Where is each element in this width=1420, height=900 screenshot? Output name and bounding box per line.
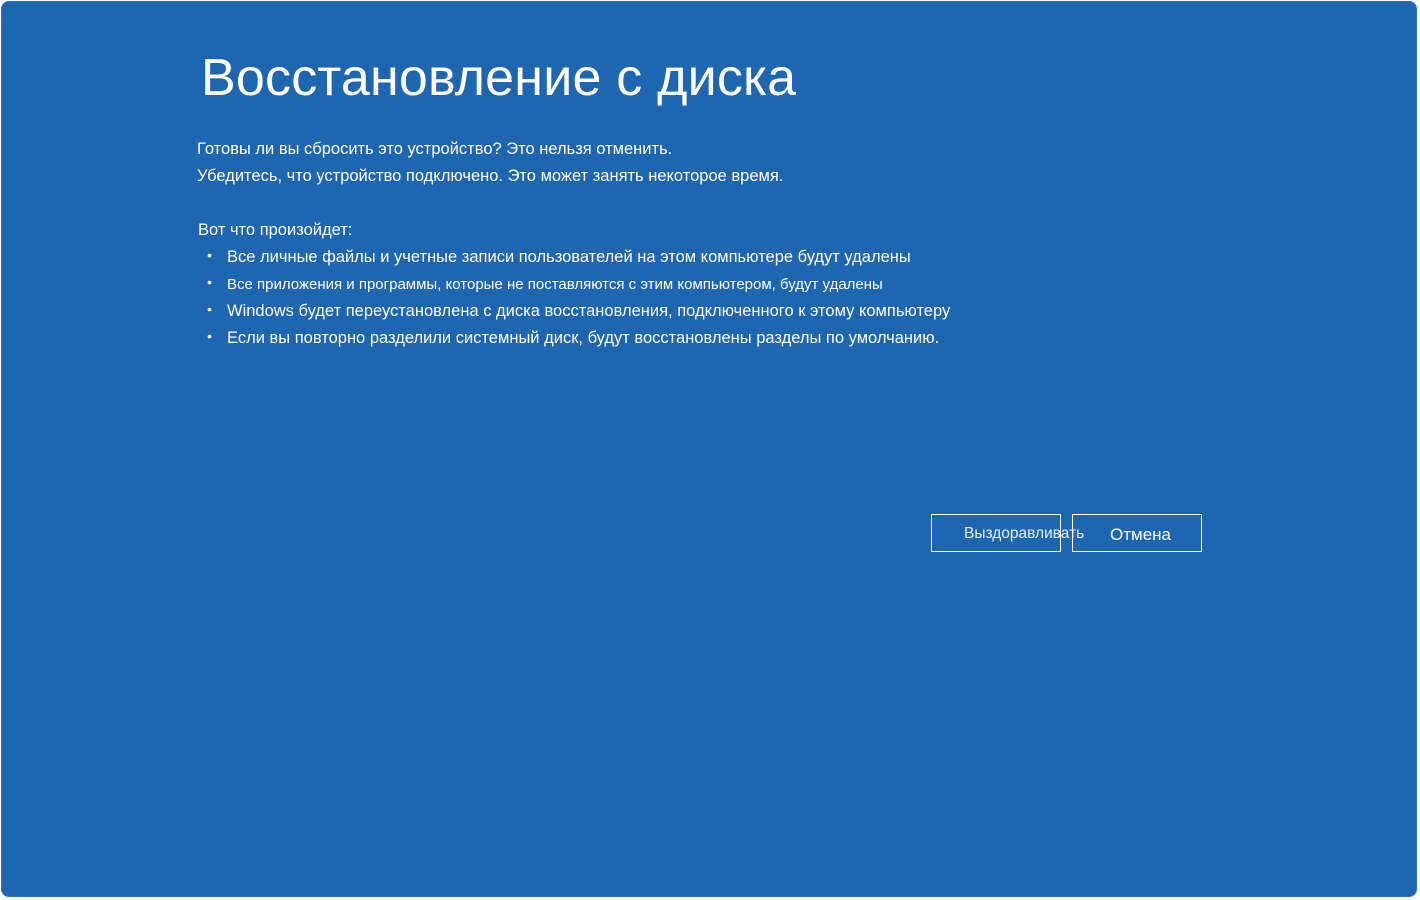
intro-text: Готовы ли вы сбросить это устройство? Эт… bbox=[197, 136, 783, 190]
list-item: • Если вы повторно разделили системный д… bbox=[207, 325, 950, 352]
list-item-text: Все приложения и программы, которые не п… bbox=[227, 276, 883, 293]
consequences-list: • Все личные файлы и учетные записи поль… bbox=[207, 244, 950, 352]
bullet-icon: • bbox=[207, 301, 212, 317]
list-item-text: Windows будет переустановлена с диска во… bbox=[227, 302, 951, 320]
bullet-icon: • bbox=[207, 247, 212, 263]
recover-button[interactable]: Выздоравливать bbox=[931, 514, 1084, 552]
intro-line-warning: Готовы ли вы сбросить это устройство? Эт… bbox=[197, 140, 673, 158]
what-happens-label: Вот что произойдет: bbox=[198, 221, 353, 239]
list-item: • Все личные файлы и учетные записи поль… bbox=[207, 244, 950, 271]
bullet-icon: • bbox=[207, 328, 212, 344]
action-buttons: Выздоравливать Отмена bbox=[931, 514, 1203, 552]
recovery-screen: Восстановление с диска Готовы ли вы сбро… bbox=[1, 1, 1417, 897]
list-item: • Все приложения и программы, которые не… bbox=[207, 271, 950, 298]
cancel-button-label: Отмена bbox=[1110, 525, 1171, 544]
list-item-text: Все личные файлы и учетные записи пользо… bbox=[227, 248, 911, 266]
bullet-icon: • bbox=[207, 274, 212, 290]
intro-line-plugged-in: Убедитесь, что устройство подключено. Эт… bbox=[197, 167, 784, 185]
list-item: • Windows будет переустановлена с диска … bbox=[207, 298, 950, 325]
cancel-button[interactable]: Отмена bbox=[1072, 514, 1202, 552]
list-item-text: Если вы повторно разделили системный дис… bbox=[227, 329, 940, 347]
page-title: Восстановление с диска bbox=[201, 49, 797, 107]
recover-button-label: Выздоравливать bbox=[964, 525, 1085, 542]
